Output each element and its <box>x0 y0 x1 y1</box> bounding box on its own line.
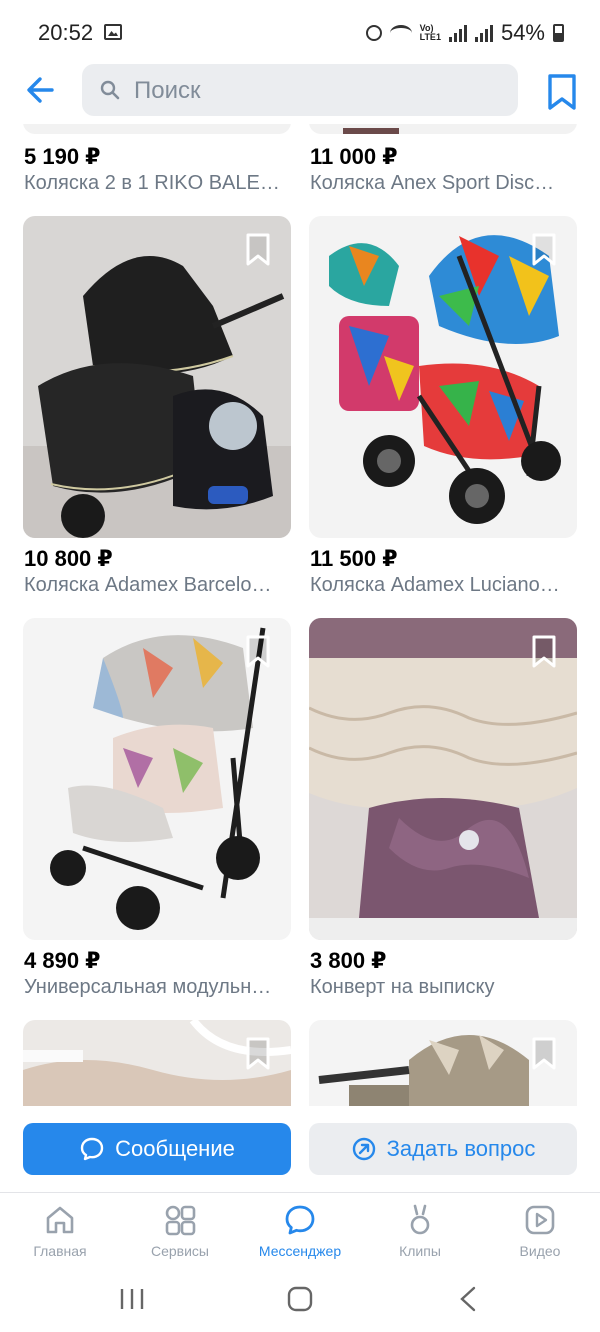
messenger-icon <box>285 1205 315 1235</box>
video-icon <box>525 1205 555 1235</box>
listing-title[interactable]: Коляска Anex Sport Disc… <box>310 172 576 195</box>
bookmark-icon <box>246 635 270 668</box>
save-listing-button[interactable] <box>243 634 273 670</box>
arrow-circle-icon <box>352 1137 375 1161</box>
bottom-navigation: Главная Сервисы Мессенджер Клипы Видео <box>0 1192 600 1267</box>
battery-icon <box>553 24 564 42</box>
message-button[interactable]: Сообщение <box>23 1123 291 1175</box>
bookmark-icon <box>532 635 556 668</box>
listing-title[interactable]: Конверт на выписку <box>310 976 576 999</box>
home-system-icon[interactable] <box>280 1284 320 1314</box>
signal-icon-1 <box>448 24 467 42</box>
listing-title[interactable]: Коляска Adamex Barcelo… <box>24 574 290 597</box>
signal-icon-2 <box>474 24 493 42</box>
bookmark-icon <box>532 1037 556 1070</box>
nav-label: Главная <box>33 1243 87 1259</box>
bookmark-icon <box>532 233 556 266</box>
volte-icon: Vo) LTE1 <box>419 23 441 42</box>
listing-card[interactable] <box>23 1020 291 1106</box>
bookmark-icon <box>548 74 576 110</box>
action-bar: Сообщение Задать вопрос <box>0 1106 600 1192</box>
wifi-icon <box>389 25 412 41</box>
save-listing-button[interactable] <box>529 1036 559 1072</box>
listing-image[interactable] <box>23 1020 291 1106</box>
search-icon <box>100 80 120 100</box>
listing-image[interactable] <box>23 216 291 538</box>
listing-image[interactable] <box>309 216 577 538</box>
nav-label: Клипы <box>399 1243 441 1259</box>
nav-clips[interactable]: Клипы <box>360 1193 480 1267</box>
save-listing-button[interactable] <box>243 232 273 268</box>
nav-home[interactable]: Главная <box>0 1193 120 1267</box>
nav-messenger[interactable]: Мессенджер <box>240 1193 360 1267</box>
listing-title[interactable]: Коляска 2 в 1 RIKO BALE… <box>24 172 290 195</box>
listing-card[interactable] <box>23 618 291 940</box>
ask-question-label: Задать вопрос <box>386 1136 536 1161</box>
listing-image[interactable] <box>309 618 577 940</box>
search-placeholder: Поиск <box>134 77 201 104</box>
recent-apps-icon[interactable] <box>112 1284 152 1314</box>
message-button-label: Сообщение <box>115 1136 235 1161</box>
listing-title[interactable]: Коляска Adamex Luciano… <box>310 574 576 597</box>
nav-services[interactable]: Сервисы <box>120 1193 240 1267</box>
save-listing-button[interactable] <box>243 1036 273 1072</box>
listing-card[interactable] <box>309 618 577 940</box>
status-time: 20:52 <box>38 20 94 45</box>
save-listing-button[interactable] <box>529 232 559 268</box>
listing-image-partial[interactable] <box>309 124 577 134</box>
listing-image[interactable] <box>23 618 291 940</box>
listing-price: 3 800 ₽ <box>310 948 387 973</box>
nav-label: Мессенджер <box>258 1243 342 1259</box>
listing-price: 11 500 ₽ <box>310 546 398 571</box>
clips-icon <box>410 1204 430 1235</box>
status-bar: 20:52 Vo) LTE1 54% <box>0 0 600 64</box>
gallery-notification-icon <box>104 24 122 40</box>
listing-price: 4 890 ₽ <box>24 948 101 973</box>
nav-label: Видео <box>519 1243 561 1259</box>
services-icon <box>165 1205 196 1236</box>
listing-price: 5 190 ₽ <box>24 144 101 169</box>
listings-grid: 5 190 ₽ Коляска 2 в 1 RIKO BALE… 11 000 … <box>0 124 600 1106</box>
alarm-icon <box>365 25 382 41</box>
listing-image[interactable] <box>309 1020 577 1106</box>
listing-card[interactable] <box>23 216 291 538</box>
listing-card[interactable] <box>309 1020 577 1106</box>
listing-price: 11 000 ₽ <box>310 144 398 169</box>
battery-percent: 54% <box>500 20 545 45</box>
listing-price: 10 800 ₽ <box>24 546 113 571</box>
save-listing-button[interactable] <box>529 634 559 670</box>
status-icons: Vo) LTE1 54% <box>365 20 564 46</box>
header: Поиск <box>0 60 600 124</box>
nav-video[interactable]: Видео <box>480 1193 600 1267</box>
bookmarks-button[interactable] <box>544 72 580 112</box>
arrow-left-icon <box>27 77 54 103</box>
listing-title[interactable]: Универсальная модульн… <box>24 976 290 999</box>
message-icon <box>80 1137 104 1161</box>
system-navigation <box>0 1266 600 1332</box>
bookmark-icon <box>246 1037 270 1070</box>
back-button[interactable] <box>22 70 62 110</box>
back-system-icon[interactable] <box>448 1284 488 1314</box>
home-icon <box>46 1206 74 1234</box>
ask-question-button[interactable]: Задать вопрос <box>309 1123 577 1175</box>
listing-image-partial[interactable] <box>23 124 291 134</box>
search-input[interactable]: Поиск <box>82 64 518 116</box>
listing-card[interactable] <box>309 216 577 538</box>
nav-label: Сервисы <box>150 1243 209 1259</box>
bookmark-icon <box>246 233 270 266</box>
